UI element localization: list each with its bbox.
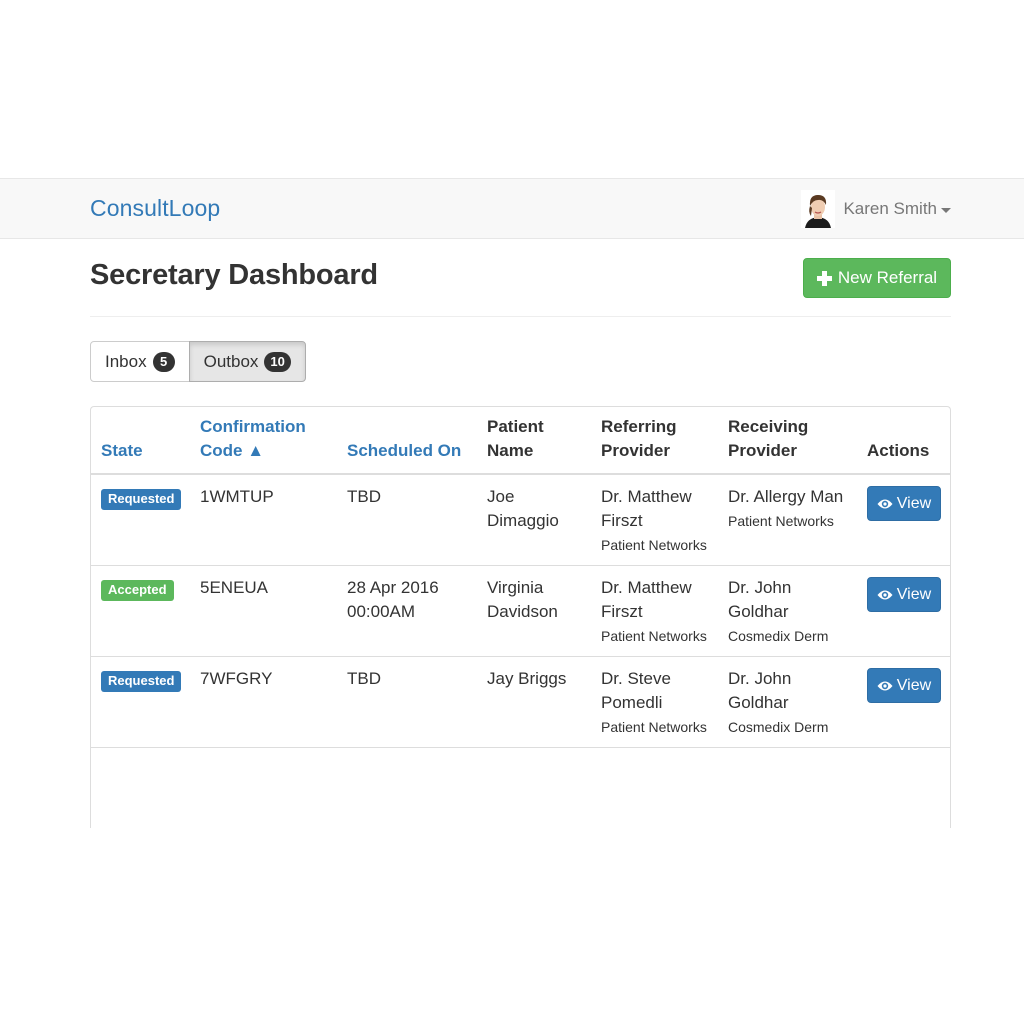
actions-cell: View	[857, 565, 950, 657]
tab-outbox[interactable]: Outbox 10	[188, 341, 306, 382]
referring-cell: Dr. Steve Pomedli Patient Networks	[591, 656, 718, 748]
receiving-provider-org: Patient Networks	[728, 513, 834, 529]
code-cell: 1WMTUP	[200, 487, 274, 506]
status-badge: Accepted	[101, 580, 174, 601]
header-actions-label: Actions	[867, 441, 930, 460]
scheduled-date: TBD	[347, 487, 381, 506]
brand-link[interactable]: ConsultLoop	[90, 195, 220, 222]
view-button[interactable]: View	[867, 577, 941, 612]
column-header-actions: Actions	[857, 407, 950, 475]
patient-cell: Joe Dimaggio	[487, 487, 559, 530]
new-referral-label: New Referral	[837, 268, 938, 287]
user-menu[interactable]: Karen Smith	[801, 190, 951, 228]
state-cell: Requested	[91, 656, 190, 748]
page-title: Secretary Dashboard	[90, 259, 378, 291]
view-button[interactable]: View	[867, 668, 941, 703]
view-button-label: View	[896, 585, 932, 603]
receiving-provider-org: Cosmedix Derm	[728, 719, 829, 735]
plus-icon	[816, 270, 832, 286]
receiving-cell: Dr. John Goldhar Cosmedix Derm	[718, 565, 857, 657]
outbox-count-badge: 10	[264, 351, 291, 372]
code-cell: 5ENEUA	[190, 565, 337, 657]
referring-cell: Dr. Matthew Firszt Patient Networks	[591, 565, 718, 657]
table-row: Requested 7WFGRY TBD Jay Briggs Dr. Stev…	[91, 656, 950, 748]
table-header-row: State Confirmation Code ▲ Scheduled On P…	[91, 407, 950, 475]
header-receiving-line2: Provider	[728, 441, 797, 460]
view-button-label: View	[896, 494, 932, 512]
tab-inbox[interactable]: Inbox 5	[90, 341, 190, 382]
eye-icon	[877, 590, 893, 599]
referrals-table-panel: State Confirmation Code ▲ Scheduled On P…	[90, 406, 951, 828]
header-patient-line1: Patient	[487, 417, 544, 436]
user-name: Karen Smith	[843, 199, 937, 218]
header-scheduled-label: Scheduled On	[347, 441, 462, 460]
avatar	[801, 190, 836, 228]
view-button[interactable]: View	[867, 486, 941, 521]
header-code-line1: Confirmation	[200, 417, 306, 436]
header-referring-line1: Referring	[601, 417, 677, 436]
state-cell: Requested	[91, 474, 190, 566]
scheduled-time: 00:00AM	[347, 602, 416, 621]
column-header-confirmation-code[interactable]: Confirmation Code ▲	[190, 407, 337, 475]
header-divider	[90, 316, 951, 317]
code-cell: 7WFGRY	[190, 656, 337, 748]
patient-cell: Jay Briggs	[477, 656, 591, 748]
caret-down-icon	[941, 207, 951, 213]
receiving-provider-name: Dr. Allergy Man	[728, 487, 844, 506]
status-badge: Requested	[101, 489, 182, 510]
referrals-table: State Confirmation Code ▲ Scheduled On P…	[91, 407, 950, 778]
header-referring-line2: Provider	[601, 441, 670, 460]
eye-icon	[877, 499, 893, 508]
tab-inbox-label: Inbox	[105, 351, 147, 371]
inbox-count-badge: 5	[152, 351, 175, 372]
table-row	[91, 747, 950, 778]
table-row-cutoff	[91, 747, 950, 778]
table-row: Requested 1WMTUP TBD Joe Dimaggio Dr. Ma…	[91, 474, 950, 566]
receiving-cell: Dr. John Goldhar Cosmedix Derm	[718, 656, 857, 748]
scheduled-date: TBD	[347, 669, 381, 688]
state-cell: Accepted	[91, 565, 190, 657]
header-patient-line2: Name	[487, 441, 534, 460]
receiving-provider-name: Dr. John Goldhar	[728, 669, 792, 712]
receiving-provider-name: Dr. John Goldhar	[728, 578, 792, 621]
scheduled-cell: TBD	[337, 474, 477, 566]
referring-provider-org: Patient Networks	[601, 537, 707, 553]
status-badge: Requested	[101, 671, 182, 692]
column-header-scheduled-on[interactable]: Scheduled On	[337, 407, 477, 475]
patient-cell: Virginia Davidson	[477, 565, 591, 657]
referring-provider-org: Patient Networks	[601, 628, 707, 644]
tab-outbox-label: Outbox	[203, 351, 259, 371]
scheduled-date: 28 Apr 2016	[347, 578, 439, 597]
column-header-referring-provider: Referring Provider	[591, 407, 718, 475]
scheduled-cell: TBD	[337, 656, 477, 748]
mailbox-tabs: Inbox 5 Outbox 10	[90, 341, 306, 382]
referring-provider-org: Patient Networks	[601, 719, 707, 735]
column-header-state[interactable]: State	[91, 407, 190, 475]
header-state-label: State	[101, 441, 143, 460]
new-referral-button[interactable]: New Referral	[803, 258, 951, 298]
referring-cell: Dr. Matthew Firszt Patient Networks	[591, 474, 718, 566]
column-header-receiving-provider: Receiving Provider	[718, 407, 857, 475]
referring-provider-name: Dr. Matthew Firszt	[601, 487, 692, 530]
actions-cell: View	[857, 474, 950, 566]
actions-cell: View	[857, 656, 950, 748]
header-code-line2: Code ▲	[200, 441, 265, 460]
referring-provider-name: Dr. Matthew Firszt	[601, 578, 692, 621]
column-header-patient-name: Patient Name	[477, 407, 591, 475]
eye-icon	[877, 681, 893, 690]
referring-provider-name: Dr. Steve Pomedli	[601, 669, 671, 712]
table-row: Accepted 5ENEUA 28 Apr 2016 00:00AM Virg…	[91, 565, 950, 657]
navbar: ConsultLoop Karen Smith	[0, 178, 1024, 239]
receiving-cell: Dr. Allergy Man Patient Networks	[718, 474, 857, 566]
receiving-provider-org: Cosmedix Derm	[728, 628, 829, 644]
view-button-label: View	[896, 676, 932, 694]
scheduled-cell: 28 Apr 2016 00:00AM	[337, 565, 477, 657]
header-receiving-line1: Receiving	[728, 417, 809, 436]
